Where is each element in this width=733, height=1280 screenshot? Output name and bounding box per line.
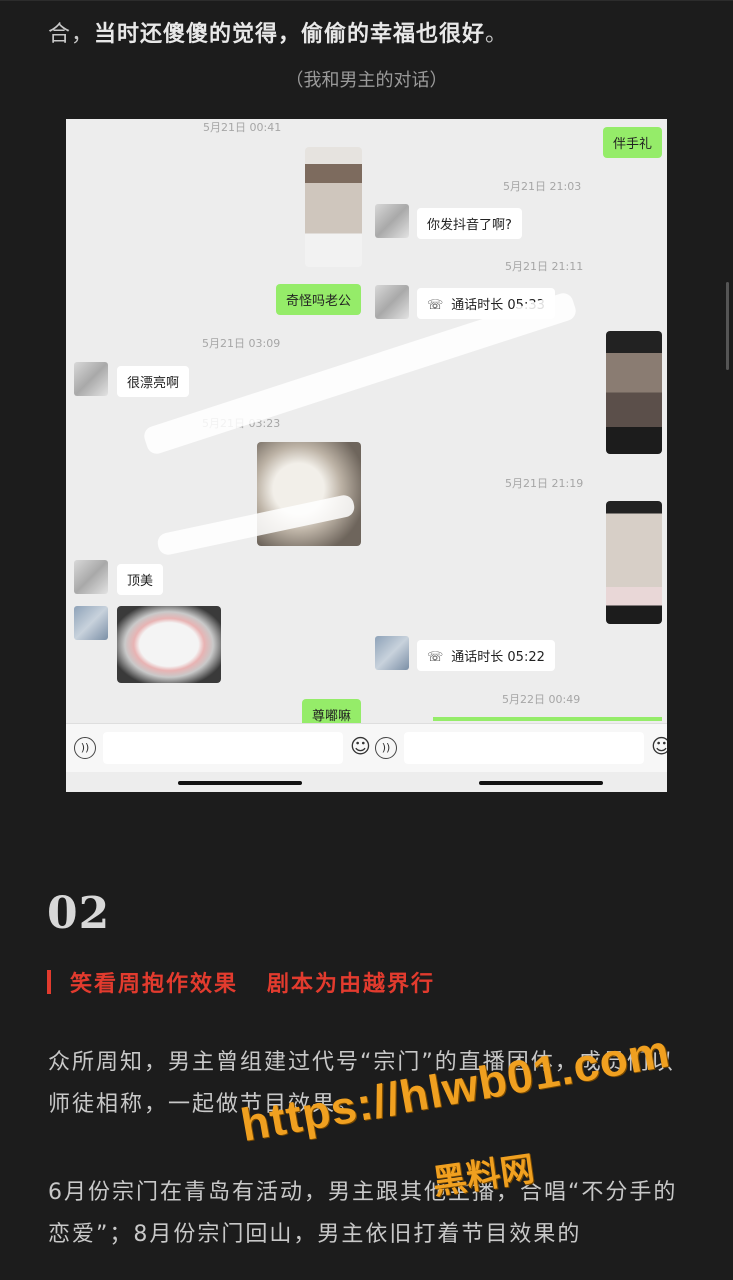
bubble-pretty: 很漂亮啊 bbox=[117, 366, 190, 397]
photo-thumbnail[interactable] bbox=[606, 501, 662, 624]
avatar bbox=[375, 285, 409, 319]
chat-screenshot: 5月21日 00:41 伴手礼 5月21日 21:03 你发抖音了啊? 5月21… bbox=[66, 119, 667, 792]
scrollbar[interactable] bbox=[726, 282, 729, 370]
home-indicator bbox=[178, 781, 302, 785]
section-title: 笑看周抱作效果 剧本为由越界行 bbox=[70, 972, 435, 997]
image-caption: （我和男主的对话） bbox=[285, 70, 448, 91]
voice-icon[interactable]: )) bbox=[74, 737, 96, 759]
bubble-top: 顶美 bbox=[117, 564, 164, 595]
voice-icon[interactable]: )) bbox=[375, 737, 397, 759]
home-indicator bbox=[479, 781, 603, 785]
timestamp: 5月21日 21:19 bbox=[505, 477, 584, 490]
avatar bbox=[74, 606, 108, 640]
section-number: 02 bbox=[47, 888, 111, 939]
phone-icon: ☏ bbox=[427, 298, 444, 313]
photo-thumbnail[interactable] bbox=[305, 147, 362, 267]
redaction-smear bbox=[141, 290, 579, 457]
intro-plain: 合， bbox=[48, 22, 95, 47]
phone-icon: ☏ bbox=[427, 650, 444, 665]
message-input[interactable] bbox=[404, 732, 644, 764]
intro-text: 合，当时还傻傻的觉得，偷偷的幸福也很好。 bbox=[48, 18, 688, 52]
paragraph: 6月份宗门在青岛有活动，男主跟其他主播，合唱“不分手的恋爱”；8月份宗门回山，男… bbox=[48, 1180, 678, 1247]
bubble-douyin: 你发抖音了啊? bbox=[417, 208, 522, 239]
call-duration: 通话时长 05:22 bbox=[451, 650, 545, 665]
section-accent-bar bbox=[47, 970, 51, 994]
timestamp: 5月22日 00:49 bbox=[502, 693, 581, 706]
intro-bold: 当时还傻傻的觉得，偷偷的幸福也很好 bbox=[94, 22, 486, 47]
timestamp: 5月21日 21:11 bbox=[505, 260, 584, 273]
emoji-icon[interactable]: ☺ bbox=[350, 734, 371, 758]
timestamp: 5月21日 03:09 bbox=[202, 337, 281, 350]
emoji-icon[interactable]: ☺ bbox=[651, 734, 667, 758]
avatar bbox=[375, 204, 409, 238]
call-record-2[interactable]: ☏ 通话时长 05:22 bbox=[417, 640, 555, 671]
avatar bbox=[375, 636, 409, 670]
avatar bbox=[74, 362, 108, 396]
top-divider bbox=[0, 0, 733, 1]
green-bubble-edge bbox=[433, 717, 662, 721]
input-bar: )) ☺ )) ☺ bbox=[66, 723, 667, 772]
photo-thumbnail[interactable] bbox=[606, 331, 662, 454]
timestamp: 5月21日 21:03 bbox=[503, 180, 582, 193]
bubble-gift: 伴手礼 bbox=[603, 127, 663, 158]
intro-end: 。 bbox=[485, 22, 509, 47]
bubble-weird: 奇怪吗老公 bbox=[276, 284, 362, 315]
avatar bbox=[74, 560, 108, 594]
sticker[interactable] bbox=[117, 606, 221, 683]
message-input[interactable] bbox=[103, 732, 343, 764]
timestamp: 5月21日 00:41 bbox=[203, 121, 282, 134]
